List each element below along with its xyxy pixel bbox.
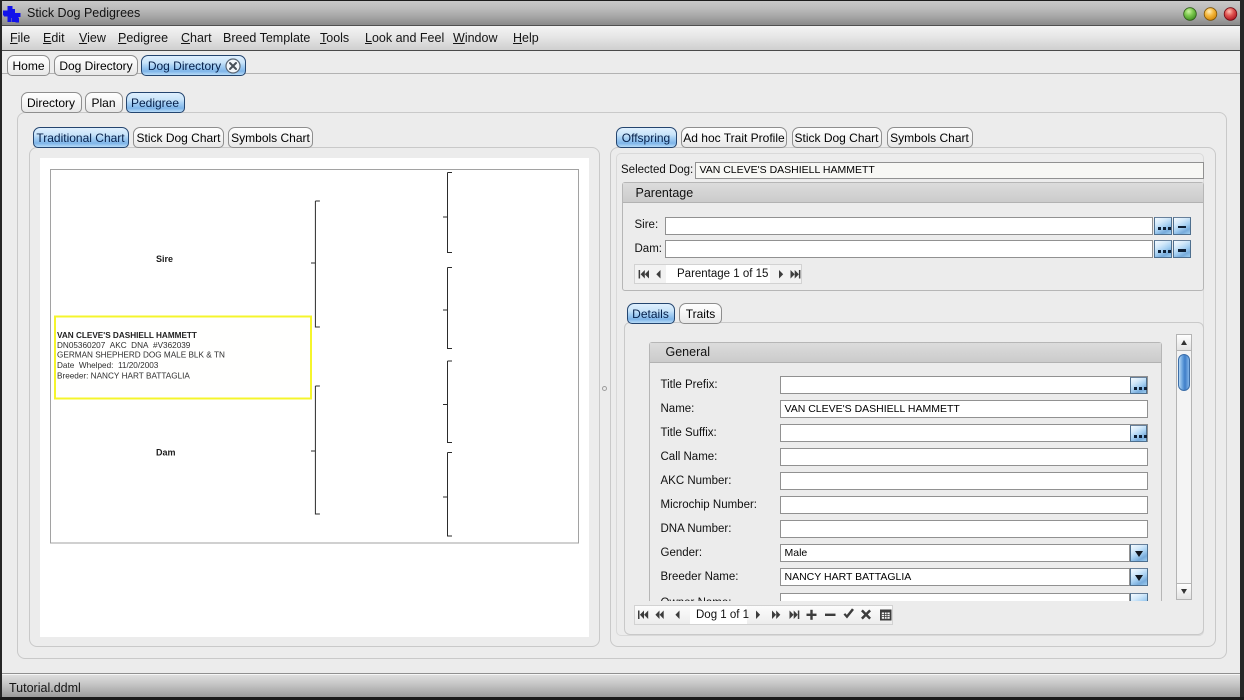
svg-text:Breeder: NANCY HART BATTAGLIA: Breeder: NANCY HART BATTAGLIA [57, 372, 190, 381]
svg-text:Sire: Sire [156, 254, 173, 264]
svg-text:Date Whelped: 11/20/2003: Date Whelped: 11/20/2003 [57, 361, 159, 370]
svg-text:GERMAN SHEPHERD DOG MALE BLK &: GERMAN SHEPHERD DOG MALE BLK & TN [57, 351, 225, 360]
svg-text:DN05360207 AKC DNA #V362039: DN05360207 AKC DNA #V362039 [57, 341, 191, 350]
svg-text:Dam: Dam [156, 448, 176, 458]
svg-text:VAN CLEVE'S DASHIELL HAMMETT: VAN CLEVE'S DASHIELL HAMMETT [57, 331, 197, 340]
